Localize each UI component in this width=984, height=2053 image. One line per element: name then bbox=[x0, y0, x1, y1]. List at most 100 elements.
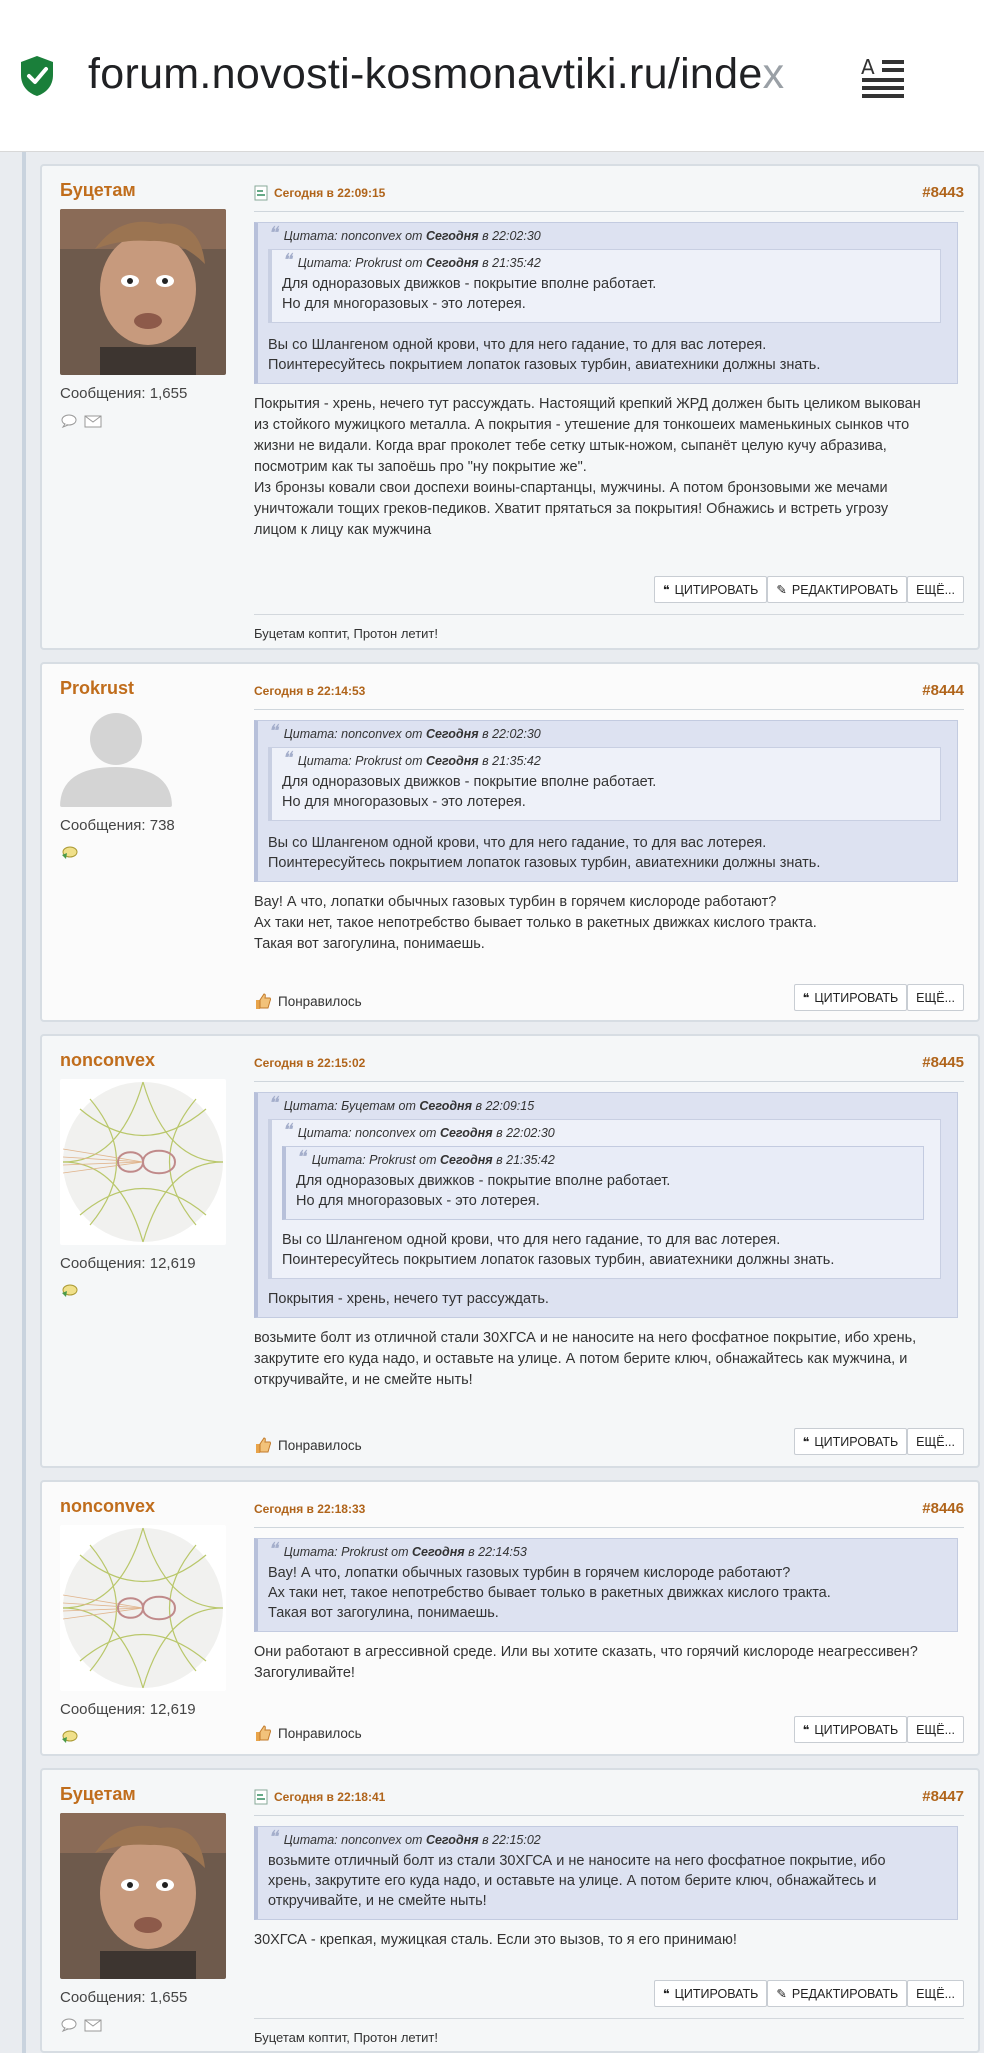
avatar[interactable] bbox=[60, 209, 226, 375]
avatar-photo-icon bbox=[60, 1813, 226, 1979]
message-count: Сообщения: 12,619 bbox=[60, 1255, 196, 1272]
thumbs-up-icon bbox=[256, 993, 271, 1009]
avatar[interactable] bbox=[60, 1525, 226, 1691]
quote-icon: ❝ bbox=[662, 1987, 670, 2001]
quote-block: ❝ Цитата: nonconvex от Сегодня в 22:15:02… bbox=[254, 1826, 958, 1920]
thumbs-up-icon bbox=[256, 1437, 271, 1453]
quote-text: Для одноразовых движков - покрытие вполн… bbox=[296, 1173, 671, 1209]
quote-text: Покрытия - хрень, нечего тут рассуждать. bbox=[268, 1291, 549, 1307]
more-button[interactable]: ЕЩЁ... bbox=[907, 1716, 964, 1743]
envelope-icon[interactable] bbox=[84, 2018, 102, 2032]
username[interactable]: nonconvex bbox=[60, 1496, 240, 1517]
browser-address-bar: forum.novosti-kosmonavtiki.ru/index A bbox=[0, 0, 984, 152]
more-button[interactable]: ЕЩЁ... bbox=[907, 1428, 964, 1455]
post-actions: ❝ ЦИТИРОВАТЬ ✎ РЕДАКТИРОВАТЬ ЕЩЁ... bbox=[653, 576, 964, 603]
quote-button[interactable]: ❝ ЦИТИРОВАТЬ bbox=[793, 1428, 908, 1455]
avatar[interactable] bbox=[60, 707, 172, 807]
quote-header: ❝ Цитата: Prokrust от Сегодня в 21:35:42 bbox=[282, 748, 541, 769]
quote-text: Вы со Шлангеном одной крови, что для нег… bbox=[268, 337, 821, 373]
post-date[interactable]: Сегодня в 22:18:33 bbox=[254, 1502, 365, 1516]
edit-button[interactable]: ✎ РЕДАКТИРОВАТЬ bbox=[767, 576, 908, 603]
forum-thread: Буцетам Сообщения: 1,655 Сегодня в 22:09… bbox=[0, 152, 984, 2053]
username[interactable]: nonconvex bbox=[60, 1050, 240, 1071]
message-count: Сообщения: 12,619 bbox=[60, 1701, 196, 1718]
signature-divider bbox=[254, 614, 964, 615]
quote-header: ❝ Цитата: Буцетам от Сегодня в 22:09:15 bbox=[268, 1093, 535, 1114]
more-button[interactable]: ЕЩЁ... bbox=[907, 984, 964, 1011]
quote-text: возьмите отличный болт из стали 30ХГСА и… bbox=[268, 1853, 886, 1909]
edit-icon: ✎ bbox=[776, 583, 787, 597]
post-header: Сегодня в 22:18:33 #8446 bbox=[254, 1496, 964, 1528]
post-message: возьмите болт из отличной стали 30ХГСА и… bbox=[254, 1330, 917, 1388]
shield-icon bbox=[21, 56, 53, 96]
username[interactable]: Буцетам bbox=[60, 180, 240, 201]
post-number[interactable]: #8445 bbox=[922, 1054, 964, 1071]
post-8444: Prokrust Сообщения: 738 Сегодня в 22:14:… bbox=[40, 662, 980, 1022]
new-post-icon bbox=[254, 185, 268, 200]
url-field[interactable]: forum.novosti-kosmonavtiki.ru/index bbox=[88, 50, 828, 99]
new-post-icon bbox=[254, 1789, 268, 1804]
quote-button[interactable]: ❝ ЦИТИРОВАТЬ bbox=[653, 576, 768, 603]
geometric-avatar-icon bbox=[60, 1525, 226, 1691]
quote-header: ❝ Цитата: Prokrust от Сегодня в 22:14:53 bbox=[268, 1539, 527, 1560]
url-text: forum.novosti-kosmonavtiki.ru/inde bbox=[88, 50, 763, 98]
quote-button[interactable]: ❝ ЦИТИРОВАТЬ bbox=[653, 1980, 768, 2007]
post-message: Они работают в агрессивной среде. Или вы… bbox=[254, 1644, 918, 1681]
post-number[interactable]: #8447 bbox=[922, 1788, 964, 1805]
chat-bubble-icon[interactable] bbox=[60, 414, 78, 428]
author-icons bbox=[60, 414, 240, 428]
post-author-panel: nonconvex Сообщения: 12,619 bbox=[60, 1496, 240, 1744]
quote-mark-icon: ❝ bbox=[268, 1093, 278, 1114]
quote-block: ❝ Цитата: Prokrust от Сегодня в 22:14:53 … bbox=[254, 1538, 958, 1632]
chat-bubble-icon[interactable] bbox=[60, 2018, 78, 2032]
message-count: Сообщения: 1,655 bbox=[60, 385, 188, 402]
reputation-icon[interactable] bbox=[60, 1730, 78, 1744]
author-icons bbox=[60, 846, 240, 860]
side-rail bbox=[22, 152, 26, 2053]
post-author-panel: Prokrust Сообщения: 738 bbox=[60, 678, 240, 860]
quote-mark-icon: ❝ bbox=[282, 748, 292, 769]
more-button[interactable]: ЕЩЁ... bbox=[907, 1980, 964, 2007]
signature: Буцетам коптит, Протон летит! bbox=[254, 2030, 438, 2045]
post-number[interactable]: #8443 bbox=[922, 184, 964, 201]
post-date[interactable]: Сегодня в 22:09:15 bbox=[254, 185, 385, 201]
quote-header: ❝ Цитата: nonconvex от Сегодня в 22:02:30 bbox=[268, 223, 541, 244]
edit-button[interactable]: ✎ РЕДАКТИРОВАТЬ bbox=[767, 1980, 908, 2007]
username[interactable]: Буцетам bbox=[60, 1784, 240, 1805]
quote-icon: ❝ bbox=[802, 991, 810, 1005]
quote-button[interactable]: ❝ ЦИТИРОВАТЬ bbox=[793, 984, 908, 1011]
post-date[interactable]: Сегодня в 22:14:53 bbox=[254, 684, 365, 698]
quote-icon: ❝ bbox=[802, 1723, 810, 1737]
reputation-icon[interactable] bbox=[60, 846, 78, 860]
post-date[interactable]: Сегодня в 22:15:02 bbox=[254, 1056, 365, 1070]
avatar[interactable] bbox=[60, 1079, 226, 1245]
post-actions: ❝ ЦИТИРОВАТЬ ЕЩЁ... bbox=[793, 984, 964, 1011]
post-number[interactable]: #8446 bbox=[922, 1500, 964, 1517]
like-button[interactable]: Понравилось bbox=[254, 1436, 362, 1454]
post-8447: Буцетам Сообщения: 1,655 Сегодня в 22:18… bbox=[40, 1768, 980, 2053]
like-button[interactable]: Понравилось bbox=[254, 992, 362, 1010]
message-count: Сообщения: 738 bbox=[60, 817, 175, 834]
thumbs-up-icon bbox=[256, 1725, 271, 1741]
reader-mode-icon[interactable]: A bbox=[860, 54, 906, 100]
more-button[interactable]: ЕЩЁ... bbox=[907, 576, 964, 603]
quote-icon: ❝ bbox=[662, 583, 670, 597]
quote-button[interactable]: ❝ ЦИТИРОВАТЬ bbox=[793, 1716, 908, 1743]
reputation-icon[interactable] bbox=[60, 1284, 78, 1298]
quote-text: Для одноразовых движков - покрытие вполн… bbox=[282, 276, 657, 312]
envelope-icon[interactable] bbox=[84, 414, 102, 428]
quote-block: ❝ Цитата: nonconvex от Сегодня в 22:02:30… bbox=[254, 720, 958, 882]
author-icons bbox=[60, 1284, 240, 1298]
svg-text:A: A bbox=[861, 55, 875, 79]
post-author-panel: Буцетам Сообщения: 1,655 bbox=[60, 180, 240, 428]
quote-mark-icon: ❝ bbox=[282, 250, 292, 271]
post-body: Сегодня в 22:09:15 #8443 ❝ Цитата: noncon… bbox=[254, 180, 964, 641]
quote-mark-icon: ❝ bbox=[268, 1827, 278, 1848]
like-button[interactable]: Понравилось bbox=[254, 1724, 362, 1742]
post-date[interactable]: Сегодня в 22:18:41 bbox=[254, 1789, 385, 1805]
post-actions: ❝ ЦИТИРОВАТЬ ЕЩЁ... bbox=[793, 1716, 964, 1743]
username[interactable]: Prokrust bbox=[60, 678, 240, 699]
post-header: Сегодня в 22:09:15 #8443 bbox=[254, 180, 964, 212]
post-number[interactable]: #8444 bbox=[922, 682, 964, 699]
avatar[interactable] bbox=[60, 1813, 226, 1979]
